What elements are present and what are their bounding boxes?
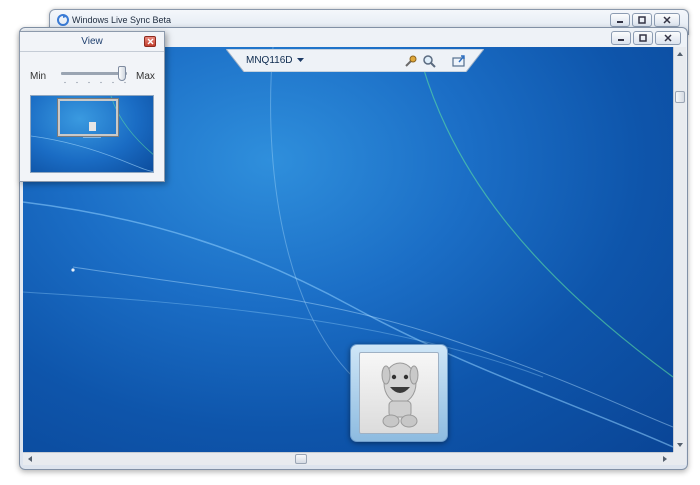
close-button[interactable] (654, 13, 680, 27)
scroll-up-arrow-icon[interactable] (676, 50, 684, 58)
scroll-right-arrow-icon[interactable] (661, 455, 669, 463)
view-panel: View Min Max (19, 31, 165, 182)
maximize-button[interactable] (633, 31, 653, 45)
zoom-slider-thumb[interactable] (117, 66, 126, 81)
horizontal-scrollbar[interactable] (23, 452, 673, 465)
close-icon (663, 16, 671, 24)
divider (20, 51, 164, 52)
minimize-icon (618, 39, 624, 41)
windows-live-sync-icon (57, 14, 69, 26)
send-to-computer-icon[interactable] (452, 54, 466, 68)
main-caption-buttons (611, 31, 681, 45)
viewport-indicator[interactable] (58, 99, 118, 136)
maximize-icon (639, 34, 647, 42)
close-icon (147, 38, 153, 45)
scroll-down-arrow-icon[interactable] (676, 441, 684, 449)
zoom-icon[interactable] (422, 54, 436, 68)
restore-icon (638, 16, 646, 24)
close-button[interactable] (655, 31, 681, 45)
minimize-button[interactable] (611, 31, 631, 45)
view-panel-close-button[interactable] (144, 36, 156, 47)
robot-avatar-icon (381, 362, 419, 428)
scroll-left-arrow-icon[interactable] (26, 455, 34, 463)
outer-caption-buttons (610, 13, 680, 27)
desktop-preview-thumbnail[interactable] (30, 95, 154, 173)
zoom-slider-ticks (64, 81, 126, 84)
machine-selector[interactable]: MNQ116D (246, 55, 304, 66)
remote-toolbar: MNQ116D (226, 49, 484, 72)
vertical-scroll-thumb[interactable] (675, 91, 685, 103)
settings-tools-icon[interactable] (404, 54, 418, 68)
restore-button[interactable] (632, 13, 652, 27)
user-avatar-tile[interactable] (350, 344, 448, 442)
zoom-min-label: Min (30, 71, 47, 82)
close-icon (664, 34, 672, 42)
minimize-icon (617, 21, 623, 23)
zoom-max-label: Max (136, 71, 155, 82)
minimize-button[interactable] (610, 13, 630, 27)
size-grip[interactable] (673, 452, 686, 465)
vertical-scrollbar[interactable] (673, 47, 686, 452)
avatar (359, 352, 439, 434)
machine-name: MNQ116D (246, 55, 293, 66)
horizontal-scroll-thumb[interactable] (295, 454, 307, 464)
window-title: Windows Live Sync Beta (72, 15, 172, 25)
dropdown-arrow-icon (296, 58, 304, 62)
view-panel-title: View (81, 36, 103, 47)
